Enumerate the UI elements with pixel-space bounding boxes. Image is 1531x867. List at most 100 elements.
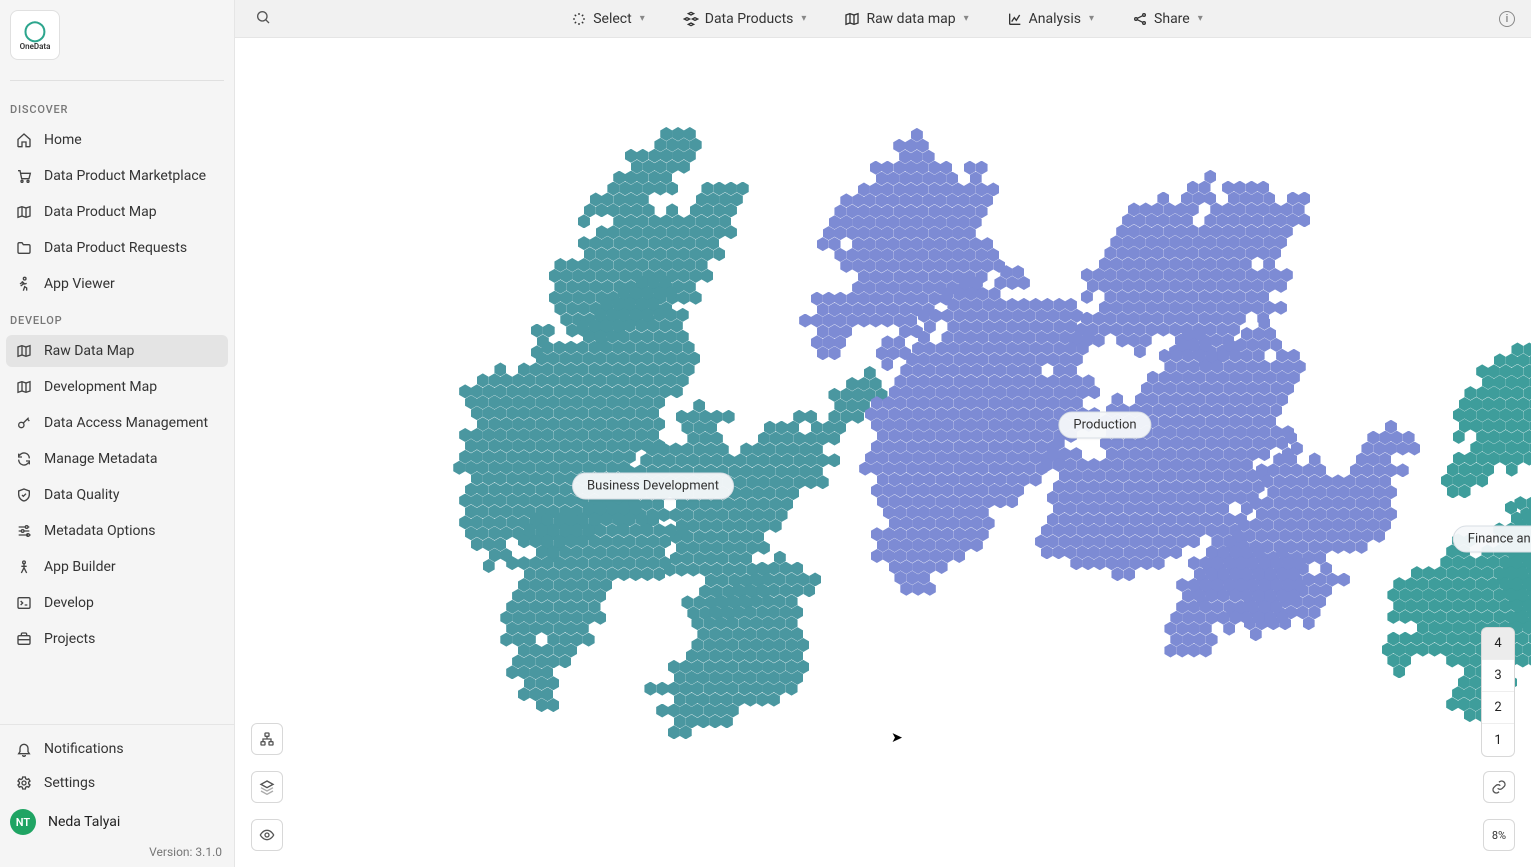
person-run-icon (16, 276, 44, 292)
sidebar: ◯ OneData DISCOVER Home Data Product Mar… (0, 0, 235, 867)
link-icon (1491, 779, 1507, 795)
shield-check-icon (16, 487, 44, 503)
sidebar-item-raw-data-map[interactable]: Raw Data Map (6, 335, 228, 367)
sidebar-item-app-viewer[interactable]: App Viewer (6, 268, 228, 300)
sidebar-item-settings[interactable]: Settings (6, 767, 228, 799)
info-icon: i (1506, 12, 1509, 25)
version-label: Version: 3.1.0 (0, 843, 234, 867)
level-button-4[interactable]: 4 (1482, 628, 1514, 660)
sidebar-item-label: Data Quality (44, 487, 119, 503)
topbar: Select ▾ Data Products ▾ Raw data map ▾ … (235, 0, 1531, 38)
sidebar-item-label: Manage Metadata (44, 451, 158, 467)
sidebar-item-access-mgmt[interactable]: Data Access Management (6, 407, 228, 439)
layers-tool-button[interactable] (251, 771, 283, 803)
topbar-actions: Select ▾ Data Products ▾ Raw data map ▾ … (275, 11, 1499, 27)
layers-icon (259, 779, 275, 795)
level-selector: 4 3 2 1 (1481, 627, 1515, 757)
cluster-label-production[interactable]: Production (1058, 412, 1151, 439)
sidebar-item-label: Data Product Requests (44, 240, 187, 256)
chevron-down-icon: ▾ (1089, 13, 1094, 24)
sidebar-item-manage-metadata[interactable]: Manage Metadata (6, 443, 228, 475)
sidebar-item-label: Data Access Management (44, 415, 208, 431)
user-profile[interactable]: NT Neda Talyai (0, 801, 234, 843)
sidebar-item-app-builder[interactable]: App Builder (6, 551, 228, 583)
sidebar-item-label: Raw Data Map (44, 343, 134, 359)
hierarchy-icon (259, 731, 275, 747)
sidebar-item-metadata-options[interactable]: Metadata Options (6, 515, 228, 547)
chevron-down-icon: ▾ (1198, 13, 1203, 24)
terminal-icon (16, 595, 44, 611)
cube-stack-icon (683, 11, 699, 27)
sidebar-footer: Notifications Settings NT Neda Talyai Ve… (0, 724, 234, 867)
search-icon (255, 9, 271, 25)
cluster-label-business-development[interactable]: Business Development (572, 473, 734, 500)
topbar-action-label: Select (593, 11, 631, 27)
person-build-icon (16, 559, 44, 575)
brand-name: OneData (20, 42, 51, 51)
link-button[interactable] (1483, 771, 1515, 803)
cart-icon (16, 168, 44, 184)
avatar: NT (10, 809, 36, 835)
topbar-action-label: Analysis (1029, 11, 1081, 27)
sidebar-item-requests[interactable]: Data Product Requests (6, 232, 228, 264)
gear-icon (16, 775, 44, 791)
chevron-down-icon: ▾ (801, 13, 806, 24)
topbar-action-label: Share (1154, 11, 1190, 27)
map-canvas[interactable]: Business Development Production Finance … (235, 38, 1531, 867)
refresh-icon (16, 451, 44, 467)
topbar-action-analysis[interactable]: Analysis ▾ (1007, 11, 1094, 27)
sidebar-item-label: Projects (44, 631, 95, 647)
eye-icon (259, 827, 275, 843)
sidebar-item-label: Settings (44, 775, 95, 791)
map-icon (16, 204, 44, 220)
hex-layer (235, 38, 1531, 867)
topbar-action-label: Data Products (705, 11, 794, 27)
topbar-action-raw-data-map[interactable]: Raw data map ▾ (844, 11, 968, 27)
sidebar-item-label: Notifications (44, 741, 124, 757)
info-button[interactable]: i (1499, 11, 1515, 27)
chevron-down-icon: ▾ (640, 13, 645, 24)
key-icon (16, 415, 44, 431)
sidebar-item-development-map[interactable]: Development Map (6, 371, 228, 403)
sidebar-item-label: Data Product Marketplace (44, 168, 206, 184)
main: Select ▾ Data Products ▾ Raw data map ▾ … (235, 0, 1531, 867)
level-button-3[interactable]: 3 (1482, 660, 1514, 692)
sidebar-item-develop[interactable]: Develop (6, 587, 228, 619)
chart-line-icon (1007, 11, 1023, 27)
sidebar-item-home[interactable]: Home (6, 124, 228, 156)
cluster-label-finance[interactable]: Finance and Administration (1453, 526, 1531, 553)
sidebar-item-marketplace[interactable]: Data Product Marketplace (6, 160, 228, 192)
home-icon (16, 132, 44, 148)
sidebar-section-discover: DISCOVER (0, 91, 234, 122)
chevron-down-icon: ▾ (964, 13, 969, 24)
topbar-action-share[interactable]: Share ▾ (1132, 11, 1203, 27)
sidebar-item-product-map[interactable]: Data Product Map (6, 196, 228, 228)
map-icon (16, 379, 44, 395)
level-button-2[interactable]: 2 (1482, 692, 1514, 724)
topbar-action-select[interactable]: Select ▾ (571, 11, 645, 27)
sidebar-item-projects[interactable]: Projects (6, 623, 228, 655)
briefcase-icon (16, 631, 44, 647)
tool-column (251, 723, 283, 851)
sidebar-item-label: App Builder (44, 559, 116, 575)
bell-icon (16, 741, 44, 757)
zoom-percent[interactable]: 8% (1483, 819, 1515, 851)
sidebar-item-label: Metadata Options (44, 523, 155, 539)
sidebar-section-develop: DEVELOP (0, 302, 234, 333)
sidebar-item-label: App Viewer (44, 276, 115, 292)
map-icon (844, 11, 860, 27)
brand-glyph-icon: ◯ (24, 20, 46, 40)
sidebar-item-label: Data Product Map (44, 204, 157, 220)
map-icon (16, 343, 44, 359)
hierarchy-tool-button[interactable] (251, 723, 283, 755)
folder-icon (16, 240, 44, 256)
sidebar-item-notifications[interactable]: Notifications (6, 733, 228, 765)
brand-logo[interactable]: ◯ OneData (10, 10, 60, 60)
divider (10, 80, 224, 81)
topbar-action-data-products[interactable]: Data Products ▾ (683, 11, 807, 27)
search-button[interactable] (251, 5, 275, 33)
visibility-tool-button[interactable] (251, 819, 283, 851)
level-button-1[interactable]: 1 (1482, 724, 1514, 756)
sidebar-item-label: Home (44, 132, 82, 148)
sidebar-item-data-quality[interactable]: Data Quality (6, 479, 228, 511)
